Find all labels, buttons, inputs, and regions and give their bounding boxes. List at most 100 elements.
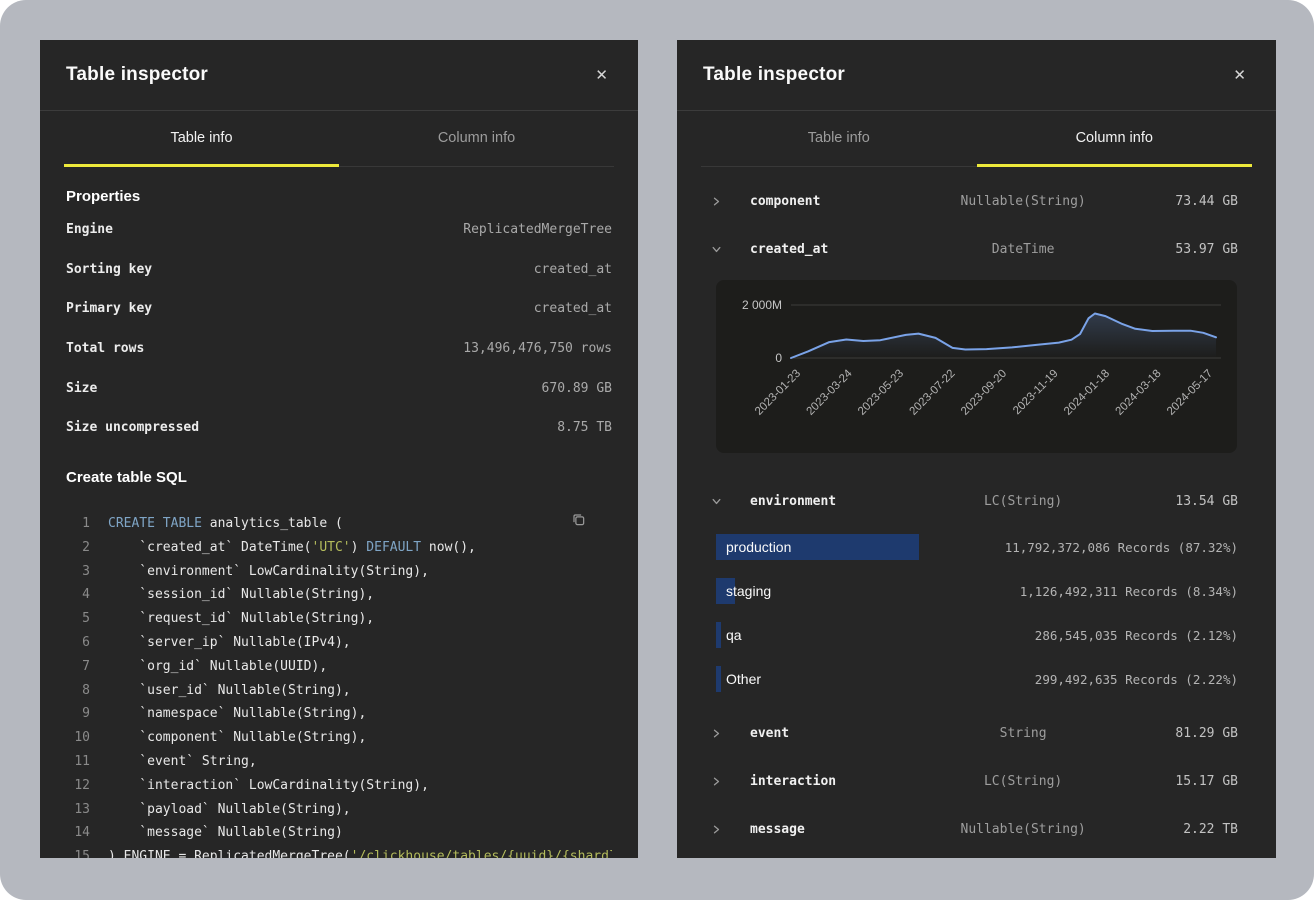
close-icon[interactable]: ✕ (591, 64, 612, 87)
sql-lines: 1CREATE TABLE analytics_table (2 `create… (66, 512, 612, 858)
property-row: Sorting key created_at (66, 250, 612, 290)
sql-line-number: 12 (66, 778, 90, 793)
column-name: interaction (729, 774, 928, 789)
sql-line-number: 4 (66, 587, 90, 602)
sql-line: 4 `session_id` Nullable(String), (66, 583, 612, 607)
x-tick-label: 2024-05-17 (1165, 368, 1215, 418)
column-row-message[interactable]: messageNullable(String)2.22 TB (677, 805, 1276, 853)
chevron-down-icon (703, 244, 729, 255)
sql-line: 10 `component` Nullable(String), (66, 726, 612, 750)
x-tick-label: 2023-07-22 (908, 368, 958, 418)
column-type: Nullable(String) (928, 194, 1118, 209)
column-name: component (729, 194, 928, 209)
copy-icon[interactable] (569, 510, 588, 532)
sql-line-number: 5 (66, 611, 90, 626)
sql-line: 12 `interaction` LowCardinality(String), (66, 773, 612, 797)
sql-line: 1 CREATE TABLE analytics_table ( (66, 512, 612, 536)
sql-code-block: 1CREATE TABLE analytics_table (2 `create… (66, 512, 612, 858)
sql-line: 14 `message` Nullable(String) (66, 821, 612, 845)
sql-line-number: 14 (66, 825, 90, 840)
column-type: Nullable(String) (928, 822, 1118, 837)
sql-line-code: `interaction` LowCardinality(String), (108, 778, 429, 793)
property-label: Primary key (66, 301, 152, 316)
panel-title: Table inspector (66, 64, 208, 86)
x-tick-label: 2023-03-24 (805, 367, 856, 418)
sql-line: 5 `request_id` Nullable(String), (66, 607, 612, 631)
column-row-component[interactable]: componentNullable(String)73.44 GB (677, 177, 1276, 225)
value-record-count: 11,792,372,086 Records (87.32%) (1005, 540, 1238, 555)
property-value: 8.75 TB (557, 420, 612, 435)
sql-line: 11 `event` String, (66, 750, 612, 774)
x-tick-label: 2023-01-23 (753, 368, 803, 418)
column-row-created_at[interactable]: created_atDateTime53.97 GB (677, 225, 1276, 273)
table-inspector-panel-right: Table inspector ✕ Table info Column info… (677, 40, 1276, 858)
close-icon[interactable]: ✕ (1229, 64, 1250, 87)
value-label: qa (716, 627, 742, 643)
sql-line-code: CREATE TABLE analytics_table ( (108, 516, 343, 531)
sql-line-code: `request_id` Nullable(String), (108, 611, 374, 626)
sql-line-number: 2 (66, 540, 90, 555)
value-label: staging (716, 583, 771, 599)
tab-bar: Table info Column info (64, 111, 614, 167)
property-value: created_at (534, 262, 612, 277)
environment-value-row: production 11,792,372,086 Records (87.32%… (677, 525, 1276, 569)
create-table-sql-heading: Create table SQL (66, 469, 612, 486)
sql-line-code: ) ENGINE = ReplicatedMergeTree('/clickho… (108, 849, 612, 858)
column-size: 73.44 GB (1118, 194, 1238, 209)
tab-table-info[interactable]: Table info (701, 111, 977, 167)
sql-line: 6 `server_ip` Nullable(IPv4), (66, 631, 612, 655)
column-size: 81.29 GB (1118, 726, 1238, 741)
x-tick-label: 2024-03-18 (1114, 368, 1164, 418)
column-size: 2.22 TB (1118, 822, 1238, 837)
sql-line-code: `environment` LowCardinality(String), (108, 564, 429, 579)
column-type: LC(String) (928, 494, 1118, 509)
column-type: LC(String) (928, 774, 1118, 789)
tab-bar: Table info Column info (701, 111, 1252, 167)
column-name: environment (729, 494, 928, 509)
column-row-event[interactable]: eventString81.29 GB (677, 709, 1276, 757)
sql-line-code: `server_ip` Nullable(IPv4), (108, 635, 351, 650)
sql-line: 13 `payload` Nullable(String), (66, 797, 612, 821)
column-type: DateTime (928, 242, 1118, 257)
environment-value-bar-group: production (716, 534, 791, 560)
x-tick-label: 2023-05-23 (856, 368, 906, 418)
tab-column-info[interactable]: Column info (339, 111, 614, 167)
table-info-content: Properties EngineReplicatedMergeTreeSort… (40, 188, 638, 858)
property-label: Engine (66, 222, 113, 237)
sql-line-code: `event` String, (108, 754, 257, 769)
sql-line-number: 1 (66, 516, 90, 531)
property-row: Primary key created_at (66, 289, 612, 329)
x-tick-label: 2023-09-20 (959, 368, 1009, 418)
properties-heading: Properties (66, 188, 612, 205)
property-value: created_at (534, 301, 612, 316)
column-row-environment[interactable]: environmentLC(String)13.54 GB (677, 477, 1276, 525)
sql-line-number: 15 (66, 849, 90, 858)
sql-line: 15 ) ENGINE = ReplicatedMergeTree('/click… (66, 845, 612, 858)
value-record-count: 299,492,635 Records (2.22%) (1035, 672, 1238, 687)
sql-line-number: 7 (66, 659, 90, 674)
y-tick-label-max: 2 000M (742, 298, 782, 312)
environment-values-list: production 11,792,372,086 Records (87.32%… (677, 525, 1276, 701)
chevron-right-icon (703, 824, 729, 835)
y-tick-label-zero: 0 (775, 351, 782, 365)
chevron-right-icon (703, 728, 729, 739)
column-type: String (928, 726, 1118, 741)
chevron-right-icon (703, 196, 729, 207)
created-at-distribution-chart: 2 000M 0 2023-01-232023-03-242023-05-232… (716, 280, 1237, 453)
property-label: Sorting key (66, 262, 152, 277)
chevron-right-icon (703, 776, 729, 787)
sql-line-code: `session_id` Nullable(String), (108, 587, 374, 602)
environment-value-row: staging 1,126,492,311 Records (8.34%) (677, 569, 1276, 613)
value-record-count: 1,126,492,311 Records (8.34%) (1020, 584, 1238, 599)
panel-title: Table inspector (703, 64, 845, 86)
sql-line: 3 `environment` LowCardinality(String), (66, 559, 612, 583)
tab-column-info[interactable]: Column info (977, 111, 1253, 167)
value-record-count: 286,545,035 Records (2.12%) (1035, 628, 1238, 643)
sql-line-code: `component` Nullable(String), (108, 730, 366, 745)
tab-table-info[interactable]: Table info (64, 111, 339, 167)
column-row-interaction[interactable]: interactionLC(String)15.17 GB (677, 757, 1276, 805)
property-label: Size uncompressed (66, 420, 199, 435)
sql-line: 8 `user_id` Nullable(String), (66, 678, 612, 702)
environment-value-bar-group: Other (716, 666, 761, 692)
property-row: Size uncompressed 8.75 TB (66, 408, 612, 448)
